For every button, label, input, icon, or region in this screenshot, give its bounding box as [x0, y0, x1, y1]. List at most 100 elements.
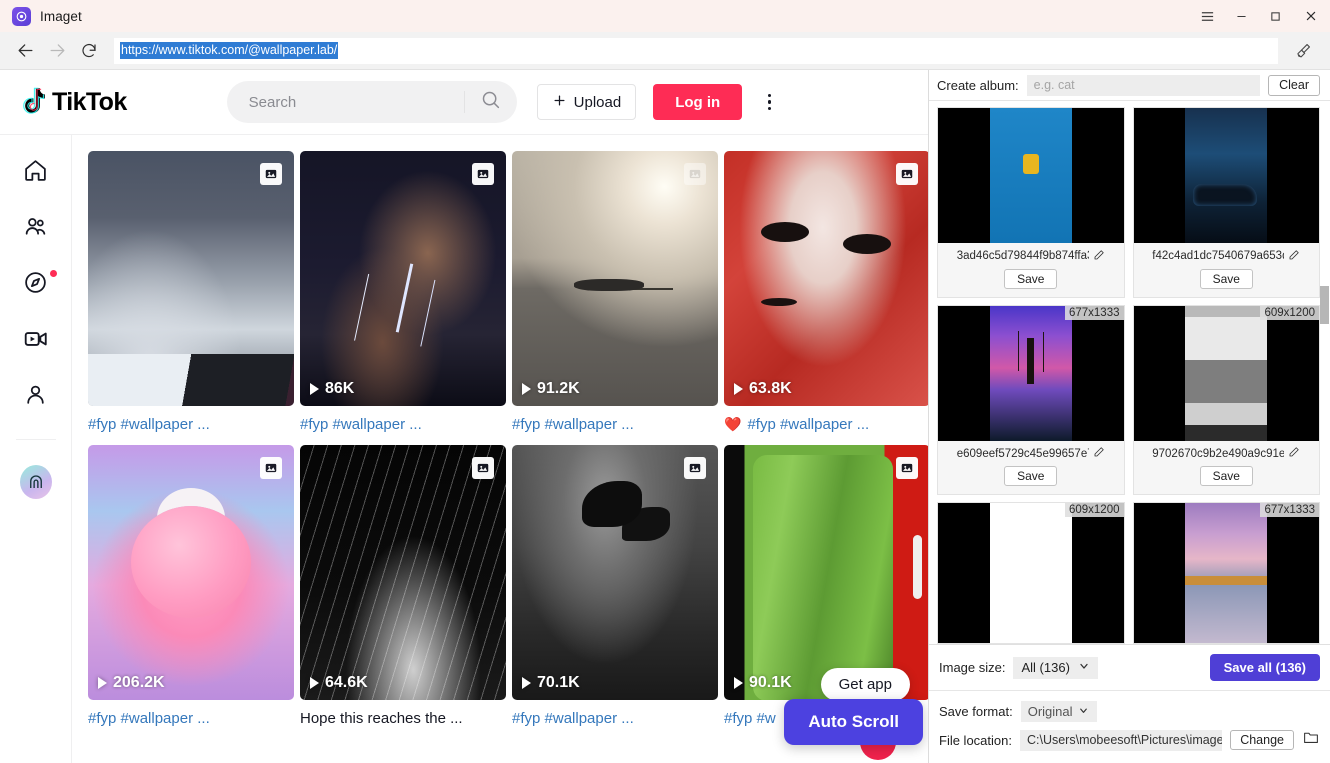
broom-clean-icon[interactable] — [1286, 36, 1320, 66]
view-count-label: 91.2K — [537, 380, 580, 397]
image-preview[interactable] — [938, 108, 1124, 244]
forward-arrow-icon[interactable] — [42, 36, 72, 66]
hamburger-menu-icon[interactable] — [1190, 0, 1224, 32]
pencil-edit-icon[interactable] — [1288, 446, 1300, 461]
video-card[interactable]: 70.1K #fyp #wallpaper ... — [512, 445, 718, 727]
save-all-button[interactable]: Save all (136) — [1209, 654, 1320, 681]
sidebar-item-profile[interactable] — [20, 381, 52, 413]
file-location-value[interactable]: C:\Users\mobeesoft\Pictures\imaget — [1019, 729, 1223, 751]
video-thumbnail[interactable]: 73.9K — [88, 151, 294, 406]
close-icon[interactable] — [1292, 0, 1330, 32]
sidebar-item-imaget[interactable] — [19, 465, 52, 499]
video-caption[interactable]: #fyp #wallpaper ... — [512, 416, 718, 433]
save-button[interactable]: Save — [1199, 466, 1253, 486]
upload-label: Upload — [573, 93, 622, 111]
get-app-button[interactable]: Get app — [820, 668, 910, 701]
login-button[interactable]: Log in — [653, 84, 743, 120]
sidebar-item-live[interactable] — [20, 325, 52, 357]
image-preview[interactable]: 677x1333 — [938, 305, 1124, 441]
image-preview[interactable] — [1133, 108, 1319, 244]
video-card[interactable]: 63.8K ❤️ #fyp #wallpaper ... — [724, 151, 928, 433]
video-caption[interactable]: ❤️ #fyp #wallpaper ... — [724, 416, 928, 433]
view-count-label: 70.1K — [537, 674, 580, 691]
search-icon[interactable] — [480, 89, 501, 115]
browser-toolbar: https://www.tiktok.com/@wallpaper.lab/ — [0, 32, 1330, 70]
maximize-icon[interactable] — [1258, 0, 1292, 32]
panel-scrollbar-thumb[interactable] — [1320, 286, 1329, 324]
video-card[interactable]: 73.9K #fyp #wallpaper ... — [88, 151, 294, 433]
image-art — [1185, 503, 1268, 643]
auto-scroll-button[interactable]: Auto Scroll — [784, 699, 923, 745]
image-card[interactable]: 609x1200 — [937, 502, 1125, 644]
video-thumbnail[interactable]: 90.1K — [724, 445, 928, 700]
video-caption[interactable]: #fyp #wallpaper ... — [512, 710, 718, 727]
change-location-button[interactable]: Change — [1230, 730, 1294, 750]
more-vertical-icon[interactable] — [756, 86, 782, 118]
view-count-label: 206.2K — [113, 674, 165, 691]
video-thumbnail[interactable]: 86K — [300, 151, 506, 406]
image-dimensions: 609x1200 — [1260, 305, 1319, 320]
video-thumbnail[interactable]: 70.1K — [512, 445, 718, 700]
image-card[interactable]: f42c4ad1dc7540679a653d7 Save — [1132, 107, 1320, 298]
video-card[interactable]: 64.6K Hope this reaches the ... — [300, 445, 506, 727]
play-icon — [734, 383, 743, 395]
save-format-select[interactable]: Original — [1020, 701, 1097, 722]
caption-text: Hope this reaches the ... — [300, 710, 463, 727]
image-preview[interactable]: 609x1200 — [938, 503, 1124, 643]
image-filename-row: f42c4ad1dc7540679a653d7 — [1134, 243, 1320, 265]
image-preview[interactable]: 677x1333 — [1133, 503, 1319, 643]
image-size-select-wrap[interactable]: All (136) — [1013, 656, 1099, 679]
view-count: 206.2K — [98, 674, 165, 692]
sidebar-item-home[interactable] — [20, 157, 52, 189]
search-container[interactable] — [226, 81, 517, 123]
multi-image-icon — [896, 163, 918, 185]
video-thumbnail[interactable]: 91.2K — [512, 151, 718, 406]
video-caption[interactable]: Hope this reaches the ... — [300, 710, 506, 727]
reload-icon[interactable] — [74, 36, 104, 66]
browser-webview: TikTok Search Upload Log in 73.9K #fyp #… — [0, 70, 928, 763]
folder-open-icon[interactable] — [1302, 729, 1320, 751]
save-button[interactable]: Save — [1199, 268, 1253, 289]
home-icon — [23, 158, 48, 188]
video-card[interactable]: 86K #fyp #wallpaper ... — [300, 151, 506, 433]
video-thumbnail[interactable]: 206.2K — [88, 445, 294, 700]
clear-button[interactable]: Clear — [1268, 74, 1320, 96]
video-thumbnail[interactable]: 63.8K — [724, 151, 928, 406]
sidebar-item-explore[interactable] — [20, 269, 57, 301]
pencil-edit-icon[interactable] — [1093, 446, 1105, 461]
panel-footer: Image size: All (136) Save all (136) Sav… — [929, 644, 1330, 763]
image-size-select[interactable]: All (136) — [1013, 656, 1099, 679]
video-caption[interactable]: #fyp #wallpaper ... — [88, 710, 294, 727]
upload-button[interactable]: Upload — [536, 84, 637, 120]
pencil-edit-icon[interactable] — [1288, 249, 1300, 264]
play-icon — [522, 383, 531, 395]
tiktok-sidebar — [0, 135, 72, 763]
pencil-edit-icon[interactable] — [1093, 249, 1105, 264]
image-preview[interactable]: 609x1200 — [1133, 305, 1319, 441]
tiktok-logo[interactable]: TikTok — [22, 87, 127, 117]
compass-icon — [23, 270, 48, 300]
image-card[interactable]: 609x1200 9702670c9b2e490a9c91eb5 Save — [1132, 304, 1320, 495]
sidebar-divider — [15, 439, 56, 440]
image-card[interactable]: 3ad46c5d79844f9b874ffa30 Save — [937, 107, 1125, 298]
address-bar[interactable]: https://www.tiktok.com/@wallpaper.lab/ — [114, 37, 1278, 64]
save-format-select-wrap[interactable]: Original — [1020, 701, 1097, 722]
image-filename: f42c4ad1dc7540679a653d7 — [1152, 250, 1285, 263]
search-input[interactable] — [248, 93, 449, 111]
video-grid: 73.9K #fyp #wallpaper ... 86K #fyp #wall… — [88, 151, 928, 727]
video-card[interactable]: 91.2K #fyp #wallpaper ... — [512, 151, 718, 433]
save-button[interactable]: Save — [1004, 268, 1058, 289]
image-card[interactable]: 677x1333 e609eef5729c45e99657e71 Save — [937, 304, 1125, 495]
save-button[interactable]: Save — [1004, 466, 1058, 486]
image-card[interactable]: 677x1333 — [1132, 502, 1320, 644]
video-caption[interactable]: #fyp #wallpaper ... — [88, 416, 294, 433]
video-caption[interactable]: #fyp #wallpaper ... — [300, 416, 506, 433]
video-thumbnail[interactable]: 64.6K — [300, 445, 506, 700]
create-album-input[interactable] — [1026, 74, 1261, 96]
back-arrow-icon[interactable] — [10, 36, 40, 66]
sidebar-item-following[interactable] — [20, 213, 52, 245]
page-scrollbar-thumb[interactable] — [913, 535, 922, 599]
tiktok-main: 73.9K #fyp #wallpaper ... 86K #fyp #wall… — [0, 135, 928, 763]
video-card[interactable]: 206.2K #fyp #wallpaper ... — [88, 445, 294, 727]
minimize-icon[interactable] — [1224, 0, 1258, 32]
